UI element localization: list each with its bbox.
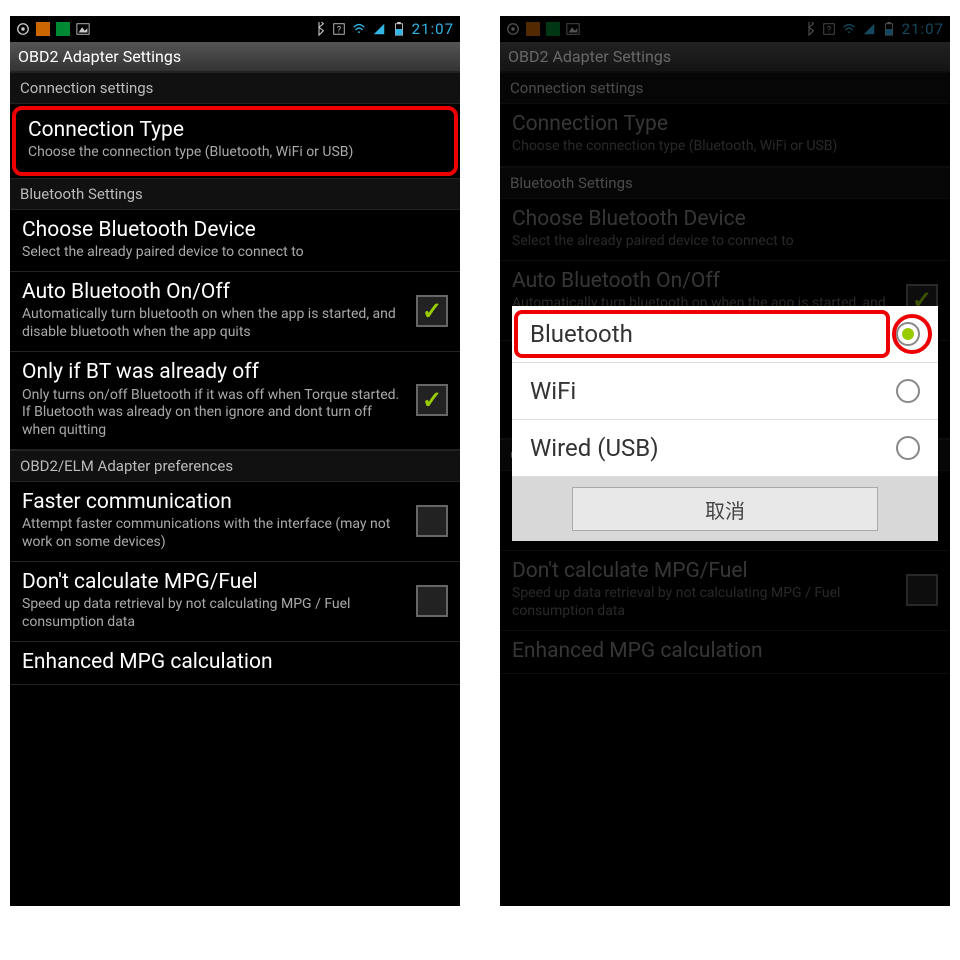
connection-type-dialog: Bluetooth WiFi Wired (USB) 取消 xyxy=(512,306,938,541)
item-faster-comm[interactable]: Faster communication Attempt faster comm… xyxy=(10,482,460,562)
item-title: Only if BT was already off xyxy=(22,360,408,384)
image-icon xyxy=(76,22,90,36)
wifi-icon xyxy=(352,22,366,36)
section-bluetooth: Bluetooth Settings xyxy=(10,178,460,210)
checkbox-auto-bluetooth[interactable] xyxy=(416,295,448,327)
app-icon-2 xyxy=(56,22,70,36)
phone-left: ? 21:07 OBD2 Adapter Settings Connection… xyxy=(10,16,460,906)
item-enhanced-mpg[interactable]: Enhanced MPG calculation xyxy=(10,642,460,685)
target-icon xyxy=(16,22,30,36)
item-title: Don't calculate MPG/Fuel xyxy=(22,570,408,594)
checkbox-no-mpg[interactable] xyxy=(416,585,448,617)
checkbox-faster-comm[interactable] xyxy=(416,505,448,537)
item-title: Auto Bluetooth On/Off xyxy=(22,280,408,304)
option-wifi[interactable]: WiFi xyxy=(512,363,938,420)
phone-right: ? 21:07 OBD2 Adapter Settings Connection… xyxy=(500,16,950,906)
item-title: Enhanced MPG calculation xyxy=(22,650,440,674)
option-label: Wired (USB) xyxy=(530,434,659,462)
section-obd: OBD2/ELM Adapter preferences xyxy=(10,450,460,482)
app-title: OBD2 Adapter Settings xyxy=(10,42,460,72)
checkbox-only-if-off[interactable] xyxy=(416,384,448,416)
section-connection: Connection settings xyxy=(10,72,460,104)
signal-icon xyxy=(372,22,386,36)
help-icon: ? xyxy=(332,22,346,36)
option-bluetooth[interactable]: Bluetooth xyxy=(512,306,938,363)
item-subtitle: Only turns on/off Bluetooth if it was of… xyxy=(22,387,408,440)
svg-text:?: ? xyxy=(337,26,341,36)
radio-bluetooth[interactable] xyxy=(896,322,920,346)
cancel-button[interactable]: 取消 xyxy=(572,487,878,531)
item-no-mpg[interactable]: Don't calculate MPG/Fuel Speed up data r… xyxy=(10,562,460,642)
app-icon xyxy=(36,22,50,36)
status-bar: ? 21:07 xyxy=(10,16,460,42)
item-subtitle: Attempt faster communications with the i… xyxy=(22,516,408,551)
item-title: Choose Bluetooth Device xyxy=(22,218,440,242)
item-title: Connection Type xyxy=(28,118,434,142)
item-subtitle: Automatically turn bluetooth on when the… xyxy=(22,306,408,341)
item-auto-bluetooth[interactable]: Auto Bluetooth On/Off Automatically turn… xyxy=(10,272,460,352)
item-choose-device[interactable]: Choose Bluetooth Device Select the alrea… xyxy=(10,210,460,273)
clock: 21:07 xyxy=(412,20,454,38)
radio-wifi[interactable] xyxy=(896,379,920,403)
battery-icon xyxy=(392,22,406,36)
option-label: Bluetooth xyxy=(530,320,633,348)
item-title: Faster communication xyxy=(22,490,408,514)
item-only-if-off[interactable]: Only if BT was already off Only turns on… xyxy=(10,352,460,450)
radio-wired[interactable] xyxy=(896,436,920,460)
item-connection-type[interactable]: Connection Type Choose the connection ty… xyxy=(12,106,458,176)
bluetooth-icon xyxy=(312,22,326,36)
item-subtitle: Select the already paired device to conn… xyxy=(22,244,440,262)
dialog-footer: 取消 xyxy=(512,477,938,541)
item-subtitle: Choose the connection type (Bluetooth, W… xyxy=(28,144,434,162)
option-wired[interactable]: Wired (USB) xyxy=(512,420,938,477)
item-subtitle: Speed up data retrieval by not calculati… xyxy=(22,596,408,631)
option-label: WiFi xyxy=(530,377,576,405)
